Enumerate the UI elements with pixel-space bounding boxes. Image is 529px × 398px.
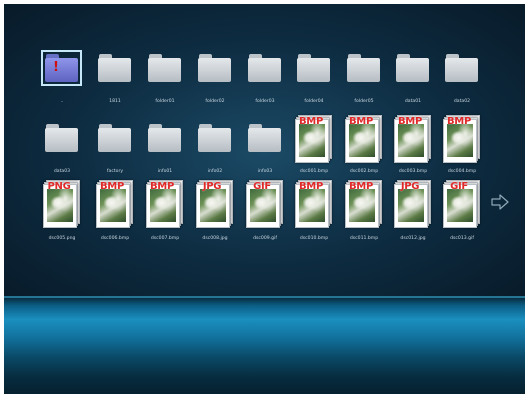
file-format-badge: GIF	[450, 181, 468, 192]
folder-icon	[198, 124, 231, 152]
folder-icon	[45, 124, 78, 152]
file-name-label: dsc004.bmp	[447, 169, 477, 174]
reflective-floor	[4, 296, 525, 394]
file-format-badge: BMP	[397, 116, 422, 127]
folder-icon	[347, 54, 380, 82]
folder-icon	[198, 54, 231, 82]
image-thumbnail-icon: JPG	[196, 180, 233, 228]
file-format-badge: BMP	[446, 116, 471, 127]
image-thumbnail-icon: BMP	[295, 115, 332, 163]
folder-icon	[396, 54, 429, 82]
file-name-label: dsc013.gif	[450, 236, 474, 241]
image-thumbnail-icon: BMP	[96, 180, 133, 228]
file-format-badge: PNG	[47, 181, 71, 192]
image-thumbnail-icon: BMP	[295, 180, 332, 228]
file-format-badge: BMP	[348, 181, 373, 192]
file-format-badge: BMP	[99, 181, 124, 192]
file-format-badge: BMP	[298, 116, 323, 127]
image-thumbnail-icon: BMP	[146, 180, 183, 228]
file-browser-screen: !.. 1811 folder01 folder02 folder03 folder04 f…	[4, 4, 525, 394]
image-thumbnail-icon: GIF	[443, 180, 480, 228]
folder-icon	[297, 54, 330, 82]
image-thumbnail-icon: BMP	[443, 115, 480, 163]
parent-folder-icon: !	[41, 50, 82, 86]
file-format-badge: JPG	[202, 181, 222, 192]
file-format-badge: BMP	[348, 116, 373, 127]
folder-icon	[98, 54, 131, 82]
folder-icon	[98, 124, 131, 152]
file-format-badge: BMP	[149, 181, 174, 192]
file-name-label: data02	[453, 99, 471, 104]
image-thumbnail-icon: BMP	[345, 180, 382, 228]
file-format-badge: JPG	[400, 181, 420, 192]
file-format-badge: GIF	[253, 181, 271, 192]
image-thumbnail-icon: GIF	[246, 180, 283, 228]
folder-icon	[148, 54, 181, 82]
folder-icon	[248, 54, 281, 82]
image-thumbnail-icon: JPG	[394, 180, 431, 228]
next-page-arrow-icon[interactable]	[491, 194, 509, 210]
folder-icon	[248, 124, 281, 152]
image-thumbnail-icon: PNG	[43, 180, 80, 228]
file-format-badge: BMP	[298, 181, 323, 192]
image-thumbnail-icon: BMP	[345, 115, 382, 163]
folder-icon	[148, 124, 181, 152]
folder-icon	[445, 54, 478, 82]
image-thumbnail-icon: BMP	[394, 115, 431, 163]
